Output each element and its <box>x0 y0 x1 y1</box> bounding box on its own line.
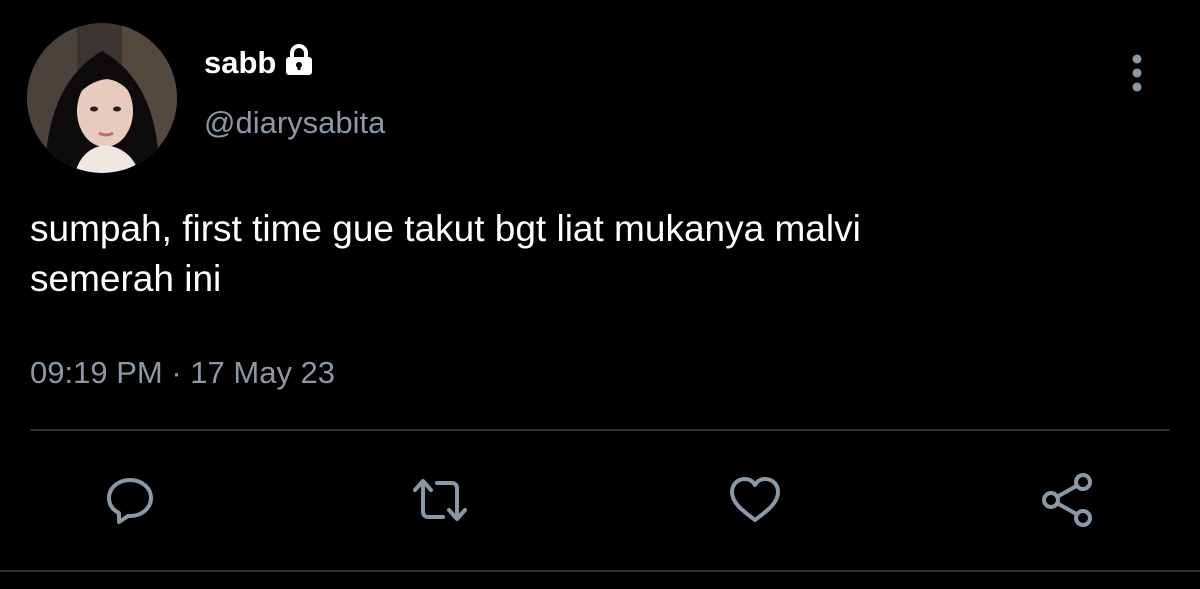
like-button[interactable] <box>725 470 785 530</box>
tweet-text-line: sumpah, first time gue takut bgt liat mu… <box>30 208 861 249</box>
reply-button[interactable] <box>100 470 160 530</box>
meta-separator: · <box>171 355 182 390</box>
tweet-timestamp: 09:19 PM · 17 May 23 <box>30 354 335 391</box>
share-button[interactable] <box>1038 470 1098 530</box>
retweet-icon <box>413 479 467 521</box>
tweet-text-line: semerah ini <box>30 258 222 299</box>
tweet-date[interactable]: 17 May 23 <box>190 355 335 390</box>
tweet-time[interactable]: 09:19 PM <box>30 355 163 390</box>
divider <box>30 429 1170 431</box>
share-icon <box>1042 473 1092 527</box>
tweet-text: sumpah, first time gue takut bgt liat mu… <box>30 204 1160 304</box>
display-name-row: sabb <box>204 40 314 84</box>
lock-icon <box>284 44 314 76</box>
display-name[interactable]: sabb <box>204 47 276 78</box>
heart-icon <box>730 477 780 522</box>
retweet-button[interactable] <box>410 470 470 530</box>
tweet-card: sabb @diarysabita sumpah, first time gue… <box>0 0 1200 589</box>
reply-icon <box>107 478 153 524</box>
bottom-divider <box>0 570 1200 572</box>
user-handle[interactable]: @diarysabita <box>204 104 385 141</box>
avatar[interactable] <box>27 23 177 173</box>
more-vertical-icon[interactable] <box>1122 50 1152 96</box>
profile-photo-icon <box>27 23 177 173</box>
